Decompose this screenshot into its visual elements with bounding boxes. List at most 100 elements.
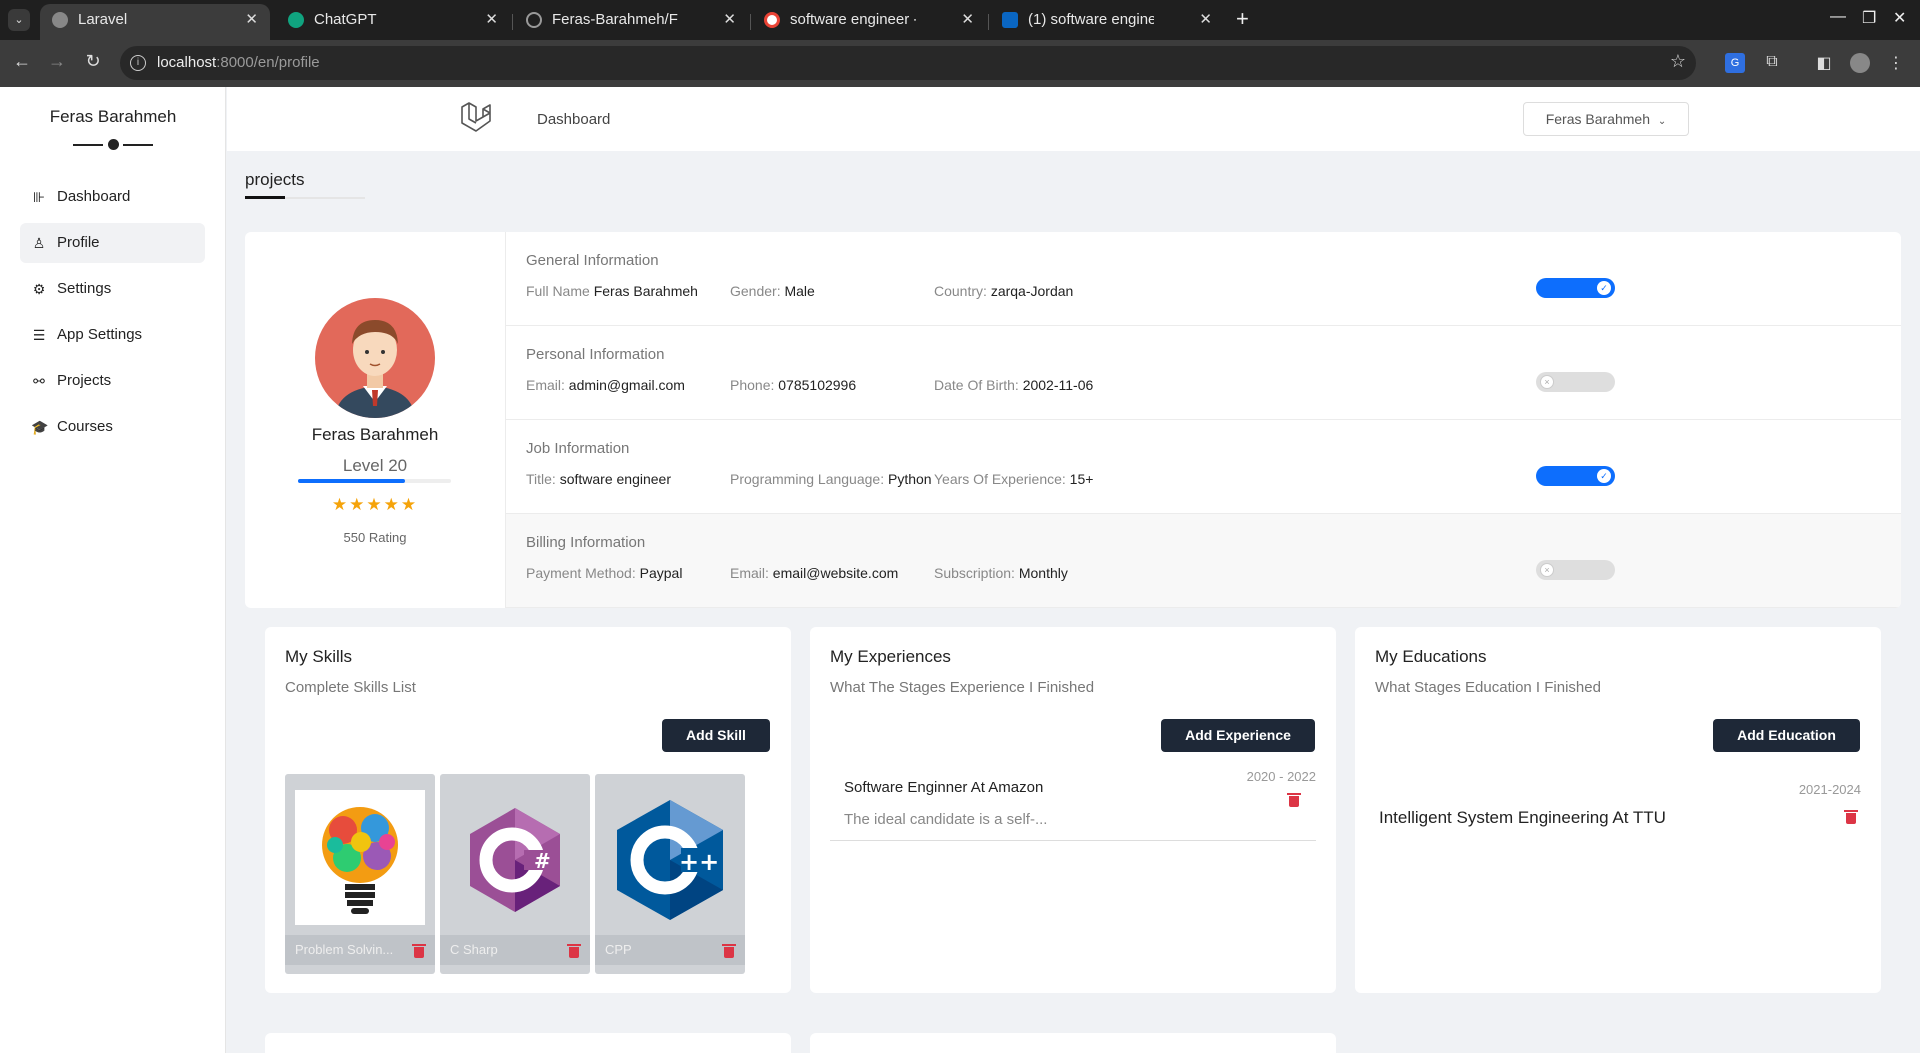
info-field: Email: email@website.com [730, 565, 898, 581]
browser-tab-google[interactable]: software engineer - Goo ✕ [752, 4, 986, 40]
extensions-puzzle-icon[interactable]: ⧉ [1762, 53, 1782, 73]
check-icon: ✓ [1597, 281, 1611, 295]
laravel-logo-icon[interactable] [459, 101, 493, 135]
bottom-card [265, 1033, 791, 1053]
experience-card: My Experiences What The Stages Experienc… [810, 627, 1336, 993]
skill-card[interactable]: Problem Solvin... [285, 774, 435, 974]
info-field: Gender: Male [730, 283, 815, 299]
translate-extension-icon[interactable]: G [1725, 53, 1745, 73]
skill-card[interactable]: ++ CPP [595, 774, 745, 974]
trash-icon[interactable] [567, 944, 581, 958]
trash-icon[interactable] [412, 944, 426, 958]
new-tab-button[interactable]: + [1236, 6, 1249, 32]
info-field-label: Email: [526, 377, 565, 393]
skill-card[interactable]: # C Sharp [440, 774, 590, 974]
browser-menu-icon[interactable]: ⋮ [1886, 53, 1906, 73]
globe-icon [52, 12, 68, 28]
sidebar-item-courses[interactable]: 🎓 Courses [20, 407, 205, 447]
info-section-title: General Information [526, 252, 659, 269]
sidebar-item-projects[interactable]: ⚯ Projects [20, 361, 205, 401]
info-field-label: Programming Language: [730, 471, 885, 487]
tab-title: Feras-Barahmeh/FerasP [552, 11, 678, 28]
x-icon: × [1540, 375, 1554, 389]
section-visibility-toggle[interactable]: × [1536, 560, 1615, 580]
close-tab-icon[interactable]: ✕ [1199, 4, 1212, 36]
info-field-value: Feras Barahmeh [593, 283, 698, 299]
minimize-icon[interactable]: — [1830, 8, 1846, 26]
browser-toolbar: ← → ↻ i localhost:8000/en/profile ☆ G ⧉ … [0, 40, 1920, 87]
sidebar-item-profile[interactable]: ♙ Profile [20, 223, 205, 263]
close-tab-icon[interactable]: ✕ [961, 4, 974, 36]
tab-active-indicator [245, 196, 285, 199]
info-field: Years Of Experience: 15+ [934, 471, 1093, 487]
info-field-label: Years Of Experience: [934, 471, 1066, 487]
section-visibility-toggle[interactable]: ✓ [1536, 278, 1615, 298]
user-icon: ♙ [32, 235, 46, 251]
info-section-title: Job Information [526, 440, 630, 457]
sidebar-item-dashboard[interactable]: ⊪ Dashboard [20, 177, 205, 217]
bookmark-star-icon[interactable]: ☆ [1670, 51, 1686, 72]
address-bar[interactable]: i localhost:8000/en/profile ☆ [120, 46, 1696, 80]
csharp-logo-icon: # [470, 808, 560, 912]
header-dashboard-link[interactable]: Dashboard [537, 111, 610, 128]
close-tab-icon[interactable]: ✕ [485, 4, 498, 36]
trash-icon[interactable] [1287, 793, 1301, 807]
restore-icon[interactable]: ❐ [1862, 8, 1876, 28]
profile-summary: Feras Barahmeh Level 20 ★★★★★ 550 Rating [245, 232, 505, 608]
tab-projects[interactable]: projects [245, 170, 305, 190]
close-tab-icon[interactable]: ✕ [245, 4, 258, 36]
side-panel-icon[interactable]: ◧ [1814, 53, 1834, 73]
tab-separator [750, 14, 751, 30]
url-host: localhost [157, 54, 217, 71]
info-field-label: Title: [526, 471, 556, 487]
education-years: 2021-2024 [1798, 782, 1861, 797]
close-window-icon[interactable]: ✕ [1893, 8, 1906, 28]
check-icon: ✓ [1597, 469, 1611, 483]
education-title: Intelligent System Engineering At TTU [1379, 808, 1666, 827]
forward-icon[interactable]: → [45, 51, 69, 72]
url-path: :8000/en/profile [216, 54, 320, 71]
education-card-subtitle: What Stages Education I Finished [1375, 679, 1601, 696]
reload-icon[interactable]: ↻ [81, 51, 105, 72]
graduation-cap-icon: 🎓 [31, 419, 49, 435]
info-section-general: General Information Full Name Feras Barah… [505, 232, 1901, 326]
sidebar-item-label: Profile [57, 234, 100, 251]
star-icon: ★ [349, 495, 367, 514]
sidebar-item-label: Settings [57, 280, 112, 297]
user-dropdown[interactable]: Feras Barahmeh ⌄ [1523, 102, 1689, 136]
section-visibility-toggle[interactable]: ✓ [1536, 466, 1615, 486]
tab-underline [245, 196, 365, 199]
trash-icon[interactable] [1844, 810, 1858, 824]
sidebar-item-app-settings[interactable]: ☰ App Settings [20, 315, 205, 355]
info-field: Country: zarqa-Jordan [934, 283, 1073, 299]
trash-icon[interactable] [722, 944, 736, 958]
skills-card-subtitle: Complete Skills List [285, 679, 416, 696]
sidebar-item-label: Projects [57, 372, 112, 389]
back-icon[interactable]: ← [10, 51, 34, 72]
add-education-button[interactable]: Add Education [1713, 719, 1860, 752]
user-dropdown-label: Feras Barahmeh [1545, 111, 1650, 127]
info-field: Payment Method: Paypal [526, 565, 682, 581]
sidebar-item-settings[interactable]: ⚙ Settings [20, 269, 205, 309]
section-visibility-toggle[interactable]: × [1536, 372, 1615, 392]
close-tab-icon[interactable]: ✕ [723, 4, 736, 36]
profile-card: Feras Barahmeh Level 20 ★★★★★ 550 Rating… [245, 232, 1901, 608]
info-field-label: Date Of Birth: [934, 377, 1019, 393]
level-progress-fill [298, 479, 406, 483]
chart-icon: ⊪ [32, 189, 46, 205]
site-info-icon[interactable]: i [130, 55, 146, 71]
browser-tab-chatgpt[interactable]: ChatGPT ✕ [276, 4, 510, 40]
browser-tab-linkedin[interactable]: (1) software engineer Jo ✕ [990, 4, 1224, 40]
info-field: Date Of Birth: 2002-11-06 [934, 377, 1093, 393]
url-text[interactable]: localhost:8000/en/profile [157, 54, 320, 71]
profile-avatar-icon[interactable] [1850, 53, 1870, 73]
add-skill-button[interactable]: Add Skill [662, 719, 770, 752]
browser-tab-github[interactable]: Feras-Barahmeh/FerasP ✕ [514, 4, 748, 40]
rating-count: 550 Rating [343, 530, 407, 545]
info-field: Programming Language: Python [730, 471, 932, 487]
skills-card-title: My Skills [285, 647, 353, 666]
add-experience-button[interactable]: Add Experience [1161, 719, 1315, 752]
sidebar: Feras Barahmeh ⊪ Dashboard ♙ Profile ⚙ Settin… [0, 87, 226, 1053]
browser-tab-laravel[interactable]: Laravel ✕ [40, 4, 270, 40]
tab-search-button[interactable]: ⌄ [8, 9, 30, 31]
